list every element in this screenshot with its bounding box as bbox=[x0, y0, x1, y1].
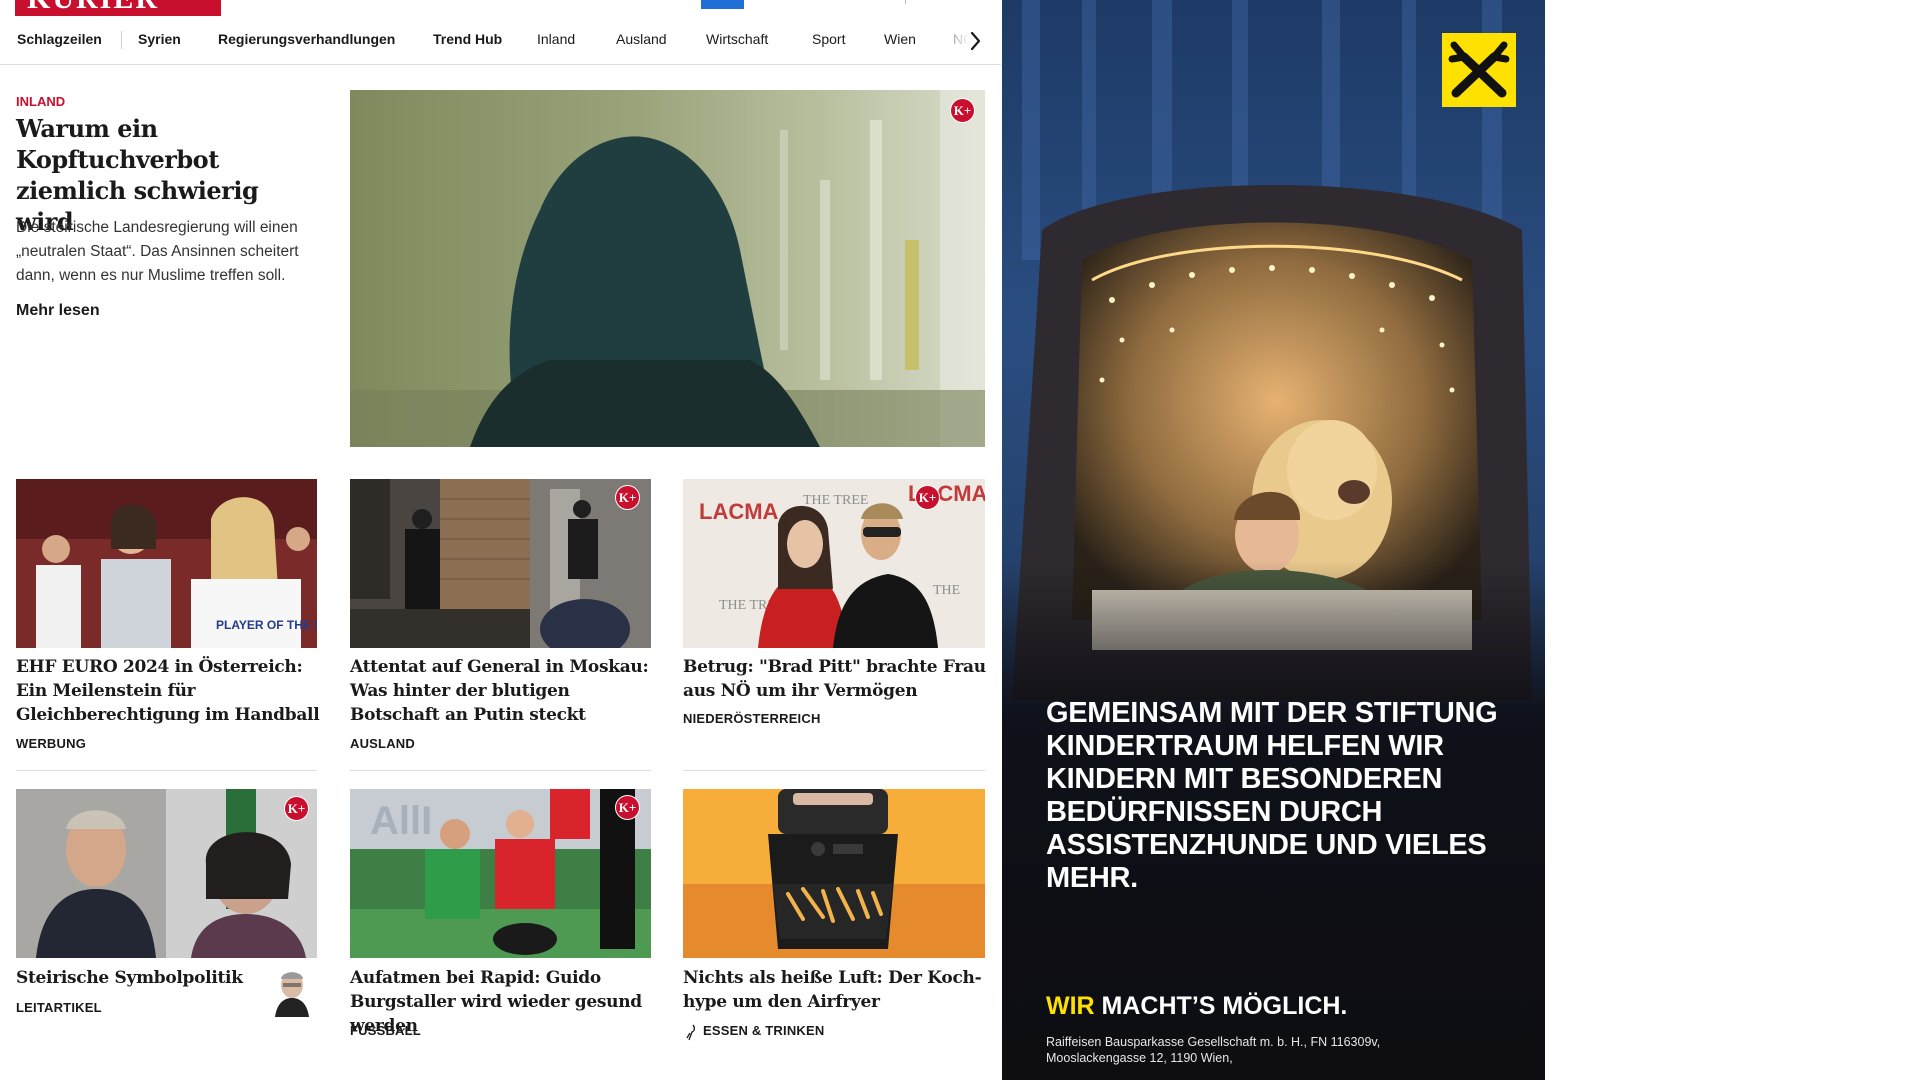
card-category[interactable]: NIEDERÖSTERREICH bbox=[683, 711, 821, 726]
raiffeisen-logo bbox=[1442, 33, 1516, 107]
card-category[interactable]: ESSEN & TRINKEN bbox=[703, 1023, 824, 1038]
lead-image[interactable]: K+ bbox=[350, 90, 985, 447]
k-plus-badge: K+ bbox=[284, 796, 309, 821]
card-divider bbox=[350, 770, 651, 771]
ad-slogan-rest: MACHT’S MÖGLICH. bbox=[1094, 992, 1348, 1020]
svg-text:THE: THE bbox=[933, 583, 960, 598]
card-image-symbolpolitik[interactable]: K+ bbox=[16, 789, 317, 958]
card-category[interactable]: AUSLAND bbox=[350, 736, 415, 751]
svg-text:AllI: AllI bbox=[370, 799, 432, 843]
ad-slogan-highlight: WIR bbox=[1046, 992, 1095, 1020]
card-image-moskau[interactable]: K+ bbox=[350, 479, 651, 648]
nav-item-regierungsverhandlungen[interactable]: Regierungsverhandlungen bbox=[218, 31, 395, 47]
nav-item-sport[interactable]: Sport bbox=[812, 31, 845, 47]
logo-text: KURIER bbox=[27, 0, 159, 16]
moscow-attack-image bbox=[350, 479, 651, 648]
card-category[interactable]: WERBUNG bbox=[16, 736, 86, 751]
raiffeisen-advertisement[interactable]: GEMEINSAM MIT DER STIFTUNG KINDERTRAUM H… bbox=[1002, 0, 1545, 1080]
fork-knife-icon bbox=[686, 1024, 696, 1041]
card-image-airfryer[interactable] bbox=[683, 789, 985, 958]
card-title[interactable]: EHF EURO 2024 in Österreich: Ein Meilens… bbox=[16, 655, 321, 727]
k-plus-badge: K+ bbox=[615, 795, 640, 820]
raiffeisen-gable-icon bbox=[1448, 41, 1510, 98]
lead-teaser: Die steirische Landesregierung will eine… bbox=[16, 219, 299, 284]
nav-item-schlagzeilen[interactable]: Schlagzeilen bbox=[17, 31, 102, 47]
k-plus-badge: K+ bbox=[915, 485, 940, 510]
ad-scene-image bbox=[1002, 0, 1545, 1080]
ad-slogan: WIR MACHT’S MÖGLICH. bbox=[1046, 992, 1347, 1021]
card-image-handball[interactable]: PLAYER OF THE MATCH bbox=[16, 479, 317, 648]
chevron-right-icon[interactable] bbox=[966, 28, 986, 54]
card-divider bbox=[683, 770, 985, 771]
card-title[interactable]: Betrug: "Brad Pitt" brachte Frau aus NÖ … bbox=[683, 655, 988, 703]
kurier-logo[interactable]: KURIER bbox=[15, 0, 221, 16]
nav-separator bbox=[121, 31, 122, 49]
football-injury-image: AllI bbox=[350, 789, 651, 958]
card-title[interactable]: Attentat auf General in Moskau: Was hint… bbox=[350, 655, 655, 727]
nav-item-wien[interactable]: Wien bbox=[884, 31, 916, 47]
nav-item-inland[interactable]: Inland bbox=[537, 31, 575, 47]
celebrity-couple-image: LACMA LACMA THE TREE THE TREE THE bbox=[683, 479, 985, 648]
nav-item-syrien[interactable]: Syrien bbox=[138, 31, 181, 47]
lead-kicker[interactable]: INLAND bbox=[16, 94, 65, 109]
svg-text:LACMA: LACMA bbox=[699, 499, 779, 524]
card-image-rapid[interactable]: AllI K+ bbox=[350, 789, 651, 958]
headscarf-woman-image bbox=[350, 90, 985, 447]
card-title[interactable]: Nichts als heiße Luft: Der Koch­hype um … bbox=[683, 966, 988, 1014]
k-plus-badge: K+ bbox=[615, 485, 640, 510]
nav-item-ausland[interactable]: Ausland bbox=[616, 31, 667, 47]
card-category[interactable]: LEITARTIKEL bbox=[16, 1000, 102, 1015]
section-navigation: Schlagzeilen Syrien Regierungsverhandlun… bbox=[0, 29, 1001, 65]
card-title[interactable]: Steirische Symbolpolitik bbox=[16, 966, 256, 990]
card-image-brad-pitt[interactable]: LACMA LACMA THE TREE THE TREE THE K+ bbox=[683, 479, 985, 648]
svg-text:PLAYER OF THE MATCH: PLAYER OF THE MATCH bbox=[216, 618, 317, 632]
airfryer-image bbox=[683, 789, 985, 958]
svg-text:THE TREE: THE TREE bbox=[803, 493, 868, 508]
card-divider bbox=[16, 770, 317, 771]
card-category[interactable]: FUSSBALL bbox=[350, 1023, 421, 1038]
nav-item-wirtschaft[interactable]: Wirtschaft bbox=[706, 31, 768, 47]
right-whitespace bbox=[1545, 0, 1920, 1080]
nav-item-trend-hub[interactable]: Trend Hub bbox=[433, 31, 502, 47]
header-divider bbox=[905, 0, 906, 4]
ad-legal-text: Raiffeisen Bausparkasse Gesellschaft m. … bbox=[1046, 1035, 1381, 1065]
handball-players-image: PLAYER OF THE MATCH bbox=[16, 479, 317, 648]
ad-headline: GEMEINSAM MIT DER STIFTUNG KINDERTRAUM H… bbox=[1046, 697, 1498, 894]
author-avatar[interactable] bbox=[272, 967, 312, 1017]
k-plus-badge: K+ bbox=[950, 98, 975, 123]
read-more-link[interactable]: Mehr lesen bbox=[16, 302, 100, 320]
politicians-image bbox=[16, 789, 317, 958]
active-tab-indicator bbox=[701, 0, 744, 9]
